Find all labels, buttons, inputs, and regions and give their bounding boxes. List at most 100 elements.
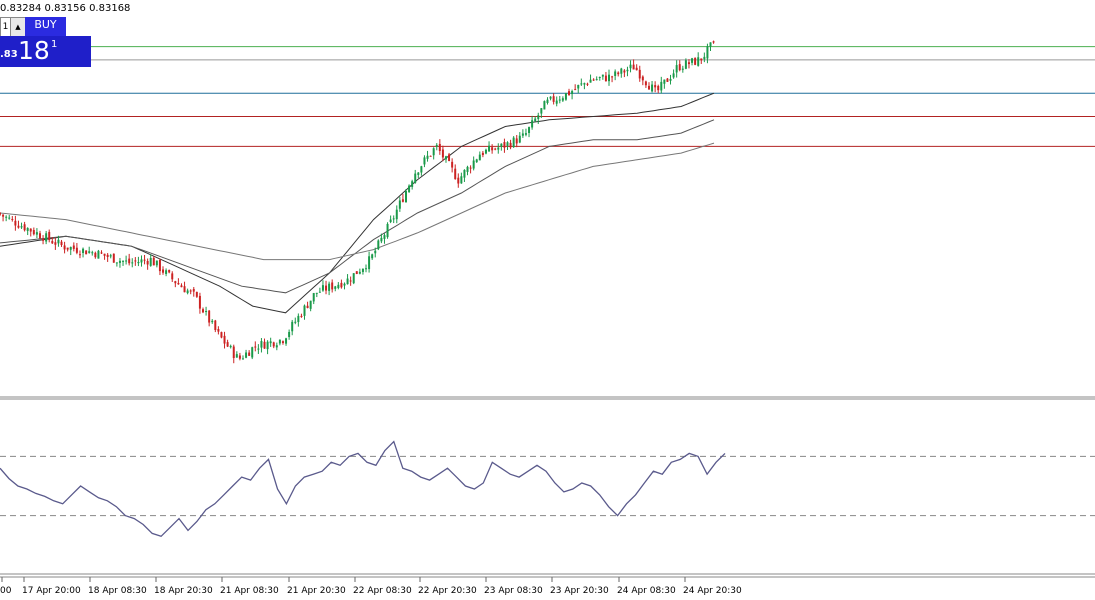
bear-candle [106,254,109,257]
bull-candle [534,118,537,122]
bull-candle [309,300,312,309]
bear-candle [217,329,220,332]
bear-candle [17,225,20,228]
price-chart[interactable] [0,0,1095,600]
bull-candle [531,120,534,128]
bull-candle [675,65,678,73]
bear-candle [503,142,506,148]
bull-candle [706,46,709,59]
bull-candle [318,291,321,293]
bear-candle [611,76,614,78]
bear-candle [438,143,441,152]
bull-candle [241,358,244,360]
bull-candle [435,144,438,147]
bull-candle [684,60,687,69]
bull-candle [414,173,417,183]
bear-candle [586,83,589,85]
bull-candle [346,278,349,285]
bear-candle [183,286,186,293]
bull-candle [555,100,558,104]
bull-candle [614,71,617,76]
bull-candle [444,156,447,160]
bull-candle [165,270,168,274]
bull-candle [398,200,401,209]
bear-candle [568,91,571,95]
bull-candle [343,283,346,286]
bull-candle [497,147,500,150]
bull-candle [521,133,524,136]
bull-candle [291,321,294,332]
bear-candle [189,290,192,292]
bull-candle [205,311,208,313]
bull-candle [626,69,629,72]
bull-candle [358,271,361,274]
bull-candle [374,250,377,254]
bull-candle [709,42,712,47]
bull-candle [288,331,291,338]
bull-candle [125,260,128,262]
bear-candle [632,64,635,70]
bull-candle [269,341,272,344]
bear-candle [208,310,211,323]
bear-candle [0,212,1,215]
bull-candle [423,157,426,165]
chart-background [0,0,1095,600]
time-axis-label: 23 Apr 20:30 [550,586,609,596]
bear-candle [300,315,303,317]
bear-candle [340,282,343,288]
bull-candle [266,341,269,350]
bear-candle [158,259,161,272]
bull-candle [420,166,423,173]
bull-candle [528,127,531,133]
bear-candle [143,259,146,261]
bear-candle [11,218,14,220]
time-axis-label: 17 Apr 20:00 [22,586,81,596]
bear-candle [94,252,97,258]
bull-candle [20,226,23,228]
bull-candle [275,345,278,348]
bear-candle [641,76,644,81]
bear-candle [171,273,174,280]
bull-candle [140,259,143,263]
bear-candle [454,168,457,180]
bear-candle [263,341,266,349]
bear-candle [592,79,595,81]
bull-candle [368,256,371,270]
bear-candle [60,241,63,246]
bull-candle [312,293,315,302]
time-axis-label: 00 [0,586,12,596]
bear-candle [272,342,275,347]
bull-candle [278,339,281,344]
bull-candle [589,79,592,83]
bear-candle [509,142,512,148]
bear-candle [54,242,57,245]
bull-candle [475,159,478,163]
bull-candle [577,84,580,89]
bear-candle [14,220,17,226]
bull-candle [303,305,306,316]
time-axis-label: 18 Apr 08:30 [88,586,147,596]
bear-candle [687,62,690,65]
bull-candle [672,73,675,78]
bull-candle [321,285,324,291]
bear-candle [678,64,681,71]
bear-candle [48,231,51,240]
buy-price-display[interactable]: .83 18 1 [0,36,91,67]
bear-candle [515,138,518,144]
bear-candle [491,147,494,151]
time-axis-label: 21 Apr 08:30 [220,586,279,596]
bear-candle [623,70,626,73]
bear-candle [192,289,195,292]
bull-candle [97,250,100,259]
bear-candle [223,335,226,344]
bear-candle [174,281,177,284]
bull-candle [463,169,466,178]
lot-increase-button[interactable]: ▲ [10,17,26,37]
bull-candle [245,352,248,358]
bear-candle [51,241,54,244]
bull-candle [651,84,654,92]
bull-candle [561,98,564,101]
price-pip-digit: 1 [51,39,58,50]
bull-candle [691,58,694,63]
bull-candle [88,251,91,253]
